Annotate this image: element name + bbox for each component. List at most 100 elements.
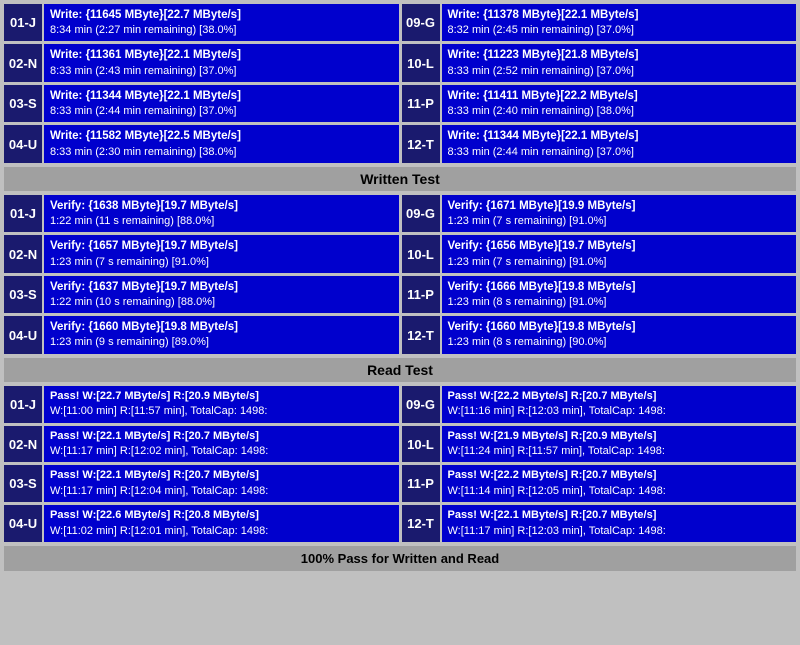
- device-label: 04-U: [4, 125, 42, 162]
- device-line1: Verify: {1656 MByte}[19.7 MByte/s]: [448, 238, 791, 254]
- device-row: 03-SWrite: {11344 MByte}[22.1 MByte/s]8:…: [4, 85, 399, 122]
- device-label: 03-S: [4, 465, 42, 502]
- verify-grid: 01-JVerify: {1638 MByte}[19.7 MByte/s]1:…: [4, 195, 796, 354]
- device-line1: Write: {11582 MByte}[22.5 MByte/s]: [50, 128, 393, 144]
- device-line1: Verify: {1660 MByte}[19.8 MByte/s]: [448, 319, 791, 335]
- device-row: 09-GVerify: {1671 MByte}[19.9 MByte/s]1:…: [402, 195, 797, 232]
- device-row: 02-NVerify: {1657 MByte}[19.7 MByte/s]1:…: [4, 235, 399, 272]
- device-row: 03-SVerify: {1637 MByte}[19.7 MByte/s]1:…: [4, 276, 399, 313]
- device-row: 12-TPass! W:[22.1 MByte/s] R:[20.7 MByte…: [402, 505, 797, 542]
- device-line2: 8:33 min (2:52 min remaining) [37.0%]: [448, 64, 791, 79]
- device-row: 10-LVerify: {1656 MByte}[19.7 MByte/s]1:…: [402, 235, 797, 272]
- device-row: 10-LWrite: {11223 MByte}[21.8 MByte/s]8:…: [402, 44, 797, 81]
- device-label: 03-S: [4, 276, 42, 313]
- device-line1: Verify: {1660 MByte}[19.8 MByte/s]: [50, 319, 393, 335]
- device-label: 09-G: [402, 4, 440, 41]
- device-row: 12-TWrite: {11344 MByte}[22.1 MByte/s]8:…: [402, 125, 797, 162]
- verify-section: 01-JVerify: {1638 MByte}[19.7 MByte/s]1:…: [4, 195, 796, 382]
- device-info: Pass! W:[22.7 MByte/s] R:[20.9 MByte/s]W…: [44, 386, 399, 423]
- device-label: 04-U: [4, 316, 42, 353]
- device-line1: Verify: {1638 MByte}[19.7 MByte/s]: [50, 198, 393, 214]
- device-label: 02-N: [4, 426, 42, 463]
- device-row: 11-PVerify: {1666 MByte}[19.8 MByte/s]1:…: [402, 276, 797, 313]
- device-row: 11-P Write: {11411 MByte}[22.2 MByte/s]8:…: [402, 85, 797, 122]
- device-info: Pass! W:[22.1 MByte/s] R:[20.7 MByte/s]W…: [44, 465, 399, 502]
- device-line1: Write: {11378 MByte}[22.1 MByte/s]: [448, 7, 791, 23]
- device-row: 10-LPass! W:[21.9 MByte/s] R:[20.9 MByte…: [402, 426, 797, 463]
- device-info: Verify: {1656 MByte}[19.7 MByte/s]1:23 m…: [442, 235, 797, 272]
- device-row: 02-NPass! W:[22.1 MByte/s] R:[20.7 MByte…: [4, 426, 399, 463]
- device-label: 12-T: [402, 316, 440, 353]
- device-line1: Write: {11361 MByte}[22.1 MByte/s]: [50, 47, 393, 63]
- device-info: Write: {11344 MByte}[22.1 MByte/s]8:33 m…: [44, 85, 399, 122]
- device-line2: 1:23 min (7 s remaining) [91.0%]: [50, 255, 393, 270]
- device-line1: Pass! W:[22.1 MByte/s] R:[20.7 MByte/s]: [50, 429, 393, 444]
- device-line2: 1:23 min (7 s remaining) [91.0%]: [448, 214, 791, 229]
- device-label: 04-U: [4, 505, 42, 542]
- device-row: 09-GPass! W:[22.2 MByte/s] R:[20.7 MByte…: [402, 386, 797, 423]
- device-line2: W:[11:02 min] R:[12:01 min], TotalCap: 1…: [50, 524, 393, 539]
- device-line1: Verify: {1671 MByte}[19.9 MByte/s]: [448, 198, 791, 214]
- device-info: Write: {11645 MByte}[22.7 MByte/s]8:34 m…: [44, 4, 399, 41]
- device-label: 09-G: [402, 195, 440, 232]
- device-label: 12-T: [402, 125, 440, 162]
- device-line2: 8:33 min (2:44 min remaining) [37.0%]: [50, 104, 393, 119]
- device-line1: Pass! W:[21.9 MByte/s] R:[20.9 MByte/s]: [448, 429, 791, 444]
- device-line1: Verify: {1657 MByte}[19.7 MByte/s]: [50, 238, 393, 254]
- device-line1: Pass! W:[22.1 MByte/s] R:[20.7 MByte/s]: [50, 468, 393, 483]
- device-info: Write: {11361 MByte}[22.1 MByte/s]8:33 m…: [44, 44, 399, 81]
- device-info: Verify: {1657 MByte}[19.7 MByte/s]1:23 m…: [44, 235, 399, 272]
- right-column: 09-GPass! W:[22.2 MByte/s] R:[20.7 MByte…: [402, 386, 797, 542]
- device-line2: 8:33 min (2:40 min remaining) [38.0%]: [448, 104, 791, 119]
- device-line2: W:[11:17 min] R:[12:02 min], TotalCap: 1…: [50, 444, 393, 459]
- device-label: 10-L: [402, 426, 440, 463]
- device-info: Pass! W:[21.9 MByte/s] R:[20.9 MByte/s]W…: [442, 426, 797, 463]
- device-row: 03-SPass! W:[22.1 MByte/s] R:[20.7 MByte…: [4, 465, 399, 502]
- device-line2: 1:23 min (8 s remaining) [91.0%]: [448, 295, 791, 310]
- device-info: Write: {11223 MByte}[21.8 MByte/s]8:33 m…: [442, 44, 797, 81]
- device-row: 09-G Write: {11378 MByte}[22.1 MByte/s]8:…: [402, 4, 797, 41]
- device-row: 12-T Verify: {1660 MByte}[19.8 MByte/s]1:…: [402, 316, 797, 353]
- device-line1: Pass! W:[22.7 MByte/s] R:[20.9 MByte/s]: [50, 389, 393, 404]
- device-label: 02-N: [4, 235, 42, 272]
- device-line2: 1:23 min (8 s remaining) [90.0%]: [448, 335, 791, 350]
- device-row: 01-JPass! W:[22.7 MByte/s] R:[20.9 MByte…: [4, 386, 399, 423]
- device-label: 02-N: [4, 44, 42, 81]
- device-line2: W:[11:24 min] R:[11:57 min], TotalCap: 1…: [448, 444, 791, 459]
- device-label: 01-J: [4, 4, 42, 41]
- device-info: Pass! W:[22.1 MByte/s] R:[20.7 MByte/s]W…: [442, 505, 797, 542]
- device-line2: 1:22 min (10 s remaining) [88.0%]: [50, 295, 393, 310]
- device-line2: 8:32 min (2:45 min remaining) [37.0%]: [448, 23, 791, 38]
- device-line2: 1:23 min (7 s remaining) [91.0%]: [448, 255, 791, 270]
- device-line1: Pass! W:[22.1 MByte/s] R:[20.7 MByte/s]: [448, 508, 791, 523]
- device-line1: Write: {11344 MByte}[22.1 MByte/s]: [50, 88, 393, 104]
- right-column: 09-GVerify: {1671 MByte}[19.9 MByte/s]1:…: [402, 195, 797, 354]
- device-info: Verify: {1671 MByte}[19.9 MByte/s]1:23 m…: [442, 195, 797, 232]
- device-line2: 8:33 min (2:30 min remaining) [38.0%]: [50, 145, 393, 160]
- device-label: 11-P: [402, 85, 440, 122]
- device-line1: Pass! W:[22.6 MByte/s] R:[20.8 MByte/s]: [50, 508, 393, 523]
- device-label: 10-L: [402, 235, 440, 272]
- device-row: 01-JVerify: {1638 MByte}[19.7 MByte/s]1:…: [4, 195, 399, 232]
- device-info: Pass! W:[22.2 MByte/s] R:[20.7 MByte/s]W…: [442, 386, 797, 423]
- device-label: 10-L: [402, 44, 440, 81]
- device-label: 03-S: [4, 85, 42, 122]
- write-header: Written Test: [4, 167, 796, 191]
- left-column: 01-JVerify: {1638 MByte}[19.7 MByte/s]1:…: [4, 195, 399, 354]
- device-info: Write: {11582 MByte}[22.5 MByte/s]8:33 m…: [44, 125, 399, 162]
- device-row: 11-PPass! W:[22.2 MByte/s] R:[20.7 MByte…: [402, 465, 797, 502]
- device-line1: Verify: {1666 MByte}[19.8 MByte/s]: [448, 279, 791, 295]
- device-line1: Write: {11344 MByte}[22.1 MByte/s]: [448, 128, 791, 144]
- device-line1: Write: {11411 MByte}[22.2 MByte/s]: [448, 88, 791, 104]
- device-row: 02-NWrite: {11361 MByte}[22.1 MByte/s]8:…: [4, 44, 399, 81]
- device-row: 04-UPass! W:[22.6 MByte/s] R:[20.8 MByte…: [4, 505, 399, 542]
- device-line2: 8:34 min (2:27 min remaining) [38.0%]: [50, 23, 393, 38]
- device-label: 11-P: [402, 465, 440, 502]
- device-info: Pass! W:[22.1 MByte/s] R:[20.7 MByte/s]W…: [44, 426, 399, 463]
- device-line2: W:[11:17 min] R:[12:04 min], TotalCap: 1…: [50, 484, 393, 499]
- write-section: 01-JWrite: {11645 MByte}[22.7 MByte/s]8:…: [4, 4, 796, 191]
- left-column: 01-JPass! W:[22.7 MByte/s] R:[20.9 MByte…: [4, 386, 399, 542]
- device-label: 01-J: [4, 386, 42, 423]
- device-info: Pass! W:[22.6 MByte/s] R:[20.8 MByte/s]W…: [44, 505, 399, 542]
- main-container: 01-JWrite: {11645 MByte}[22.7 MByte/s]8:…: [0, 0, 800, 575]
